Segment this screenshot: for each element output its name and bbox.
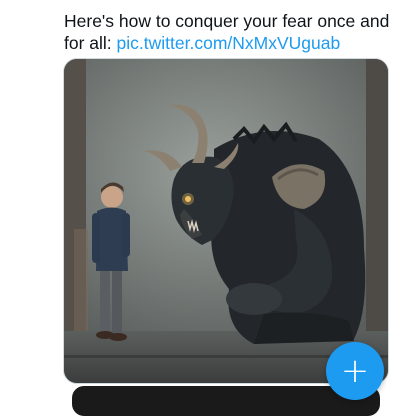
monster-scene-illustration <box>64 59 388 383</box>
tweet-text: Here's how to conquer your fear once and… <box>64 10 390 54</box>
compose-tweet-button[interactable]: + <box>326 342 384 400</box>
tweet-link[interactable]: pic.twitter.com/NxMxVUguab <box>117 33 341 53</box>
tweet-media-image[interactable] <box>63 58 389 384</box>
plus-icon: + <box>340 351 370 391</box>
